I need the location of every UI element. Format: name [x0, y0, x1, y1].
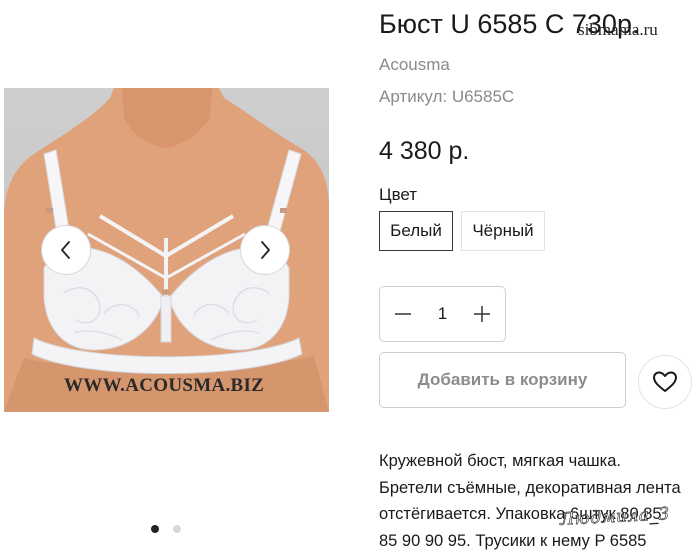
product-image-gallery[interactable]: WWW.ACOUSMA.BIZ	[4, 88, 329, 412]
next-image-button[interactable]	[240, 225, 290, 275]
previous-image-button[interactable]	[41, 225, 91, 275]
description-line: 85 90 90 95. Трусики к нему P 6585	[379, 528, 700, 554]
color-option-white[interactable]: Белый	[379, 211, 453, 251]
gallery-dot[interactable]	[173, 525, 181, 533]
heart-icon	[652, 370, 678, 394]
quantity-value[interactable]: 1	[428, 304, 458, 324]
minus-icon	[394, 305, 412, 323]
product-price: 4 380 р.	[379, 137, 469, 166]
color-option-black[interactable]: Чёрный	[461, 211, 545, 251]
color-label: Цвет	[379, 185, 417, 205]
plus-icon	[473, 305, 491, 323]
image-watermark: WWW.ACOUSMA.BIZ	[64, 375, 264, 397]
gallery-dot[interactable]	[151, 525, 159, 533]
product-sku: Артикул: U6585C	[379, 87, 514, 107]
add-to-cart-button[interactable]: Добавить в корзину	[379, 352, 626, 408]
product-description: Кружевной бюст, мягкая чашка. Бретели съ…	[379, 448, 700, 554]
description-line: Кружевной бюст, мягкая чашка.	[379, 448, 700, 475]
gallery-pagination	[151, 525, 181, 533]
description-line: Бретели съёмные, декоративная лента	[379, 475, 700, 502]
add-to-wishlist-button[interactable]	[638, 355, 692, 409]
chevron-right-icon	[256, 239, 274, 261]
site-watermark: sibmama.ru	[578, 20, 658, 40]
brand-link[interactable]: Acousma	[379, 55, 450, 75]
chevron-left-icon	[57, 239, 75, 261]
increase-quantity-button[interactable]	[471, 303, 493, 325]
quantity-stepper: 1	[379, 286, 506, 342]
decrease-quantity-button[interactable]	[392, 303, 414, 325]
